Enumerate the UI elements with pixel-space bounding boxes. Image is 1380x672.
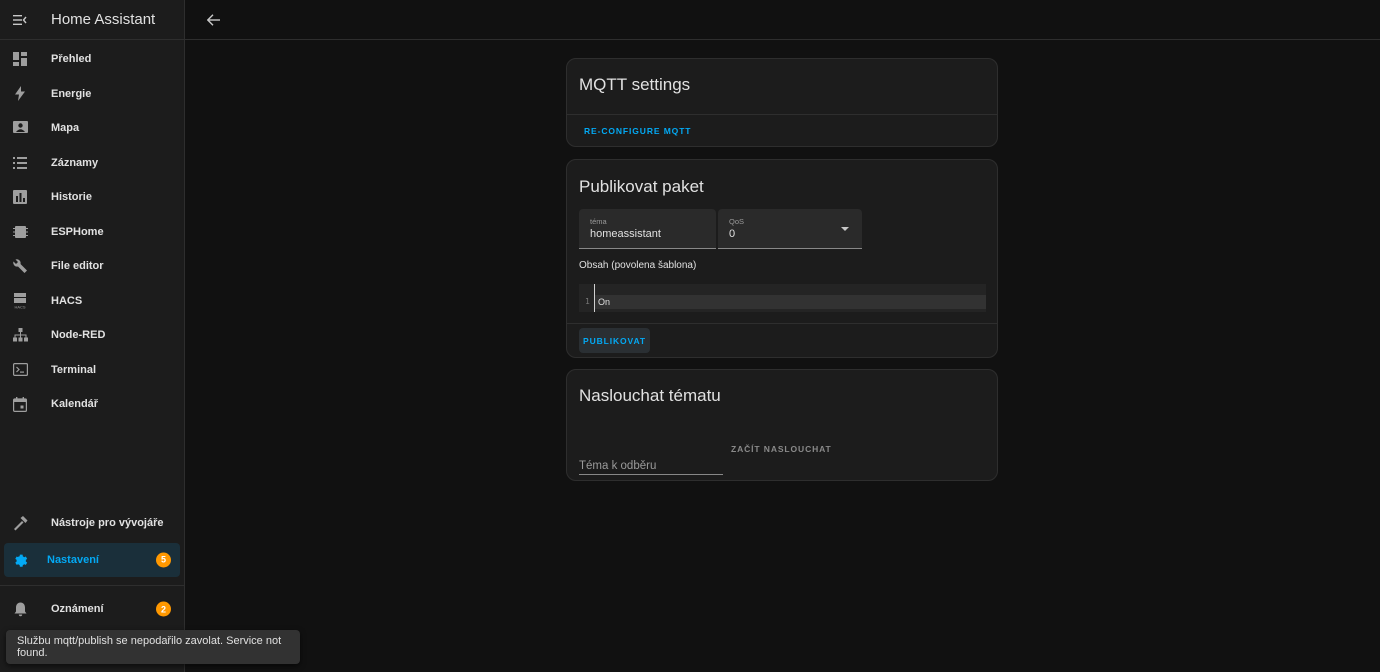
line-number: 1 (585, 297, 590, 306)
svg-text:HACS: HACS (14, 304, 25, 309)
qos-select[interactable]: QoS 0 (718, 209, 862, 249)
sidebar-item-label: Záznamy (51, 156, 99, 169)
sidebar-item-notifications[interactable]: Oznámení 2 (0, 592, 184, 627)
sidebar-item-energie[interactable]: Energie (0, 77, 184, 112)
sidebar-item-label: Nástroje pro vývojáře (51, 517, 164, 530)
sidebar-item-zaznamy[interactable]: Záznamy (0, 146, 184, 181)
sidebar-item-label: ESPHome (51, 225, 104, 238)
topic-field-value: homeassistant (590, 228, 661, 240)
sidebar-item-file-editor[interactable]: File editor (0, 249, 184, 284)
payload-label: Obsah (povolena šablona) (579, 260, 697, 271)
start-listening-button[interactable]: ZAČÍT NASLOUCHAT (731, 444, 832, 454)
sidebar-header: Home Assistant (0, 0, 184, 40)
sidebar-item-label: File editor (51, 260, 104, 273)
topic-field-label: téma (590, 217, 607, 226)
sidebar-item-label: HACS (51, 294, 83, 307)
hammer-icon (0, 515, 40, 531)
sidebar-divider (0, 585, 184, 586)
active-line-highlight (594, 295, 986, 309)
sidebar-item-historie[interactable]: Historie (0, 180, 184, 215)
publish-title: Publikovat paket (579, 177, 704, 196)
sidebar-item-label: Node-RED (51, 329, 106, 342)
back-arrow-icon[interactable] (201, 8, 225, 32)
list-icon (0, 156, 40, 169)
card-divider (567, 323, 997, 324)
mqtt-settings-title: MQTT settings (579, 75, 691, 94)
calendar-icon (0, 396, 40, 412)
map-account-icon (0, 121, 40, 135)
error-toast: Službu mqtt/publish se nepodařilo zavola… (6, 630, 300, 664)
qos-select-value: 0 (729, 228, 736, 240)
publish-button[interactable]: PUBLIKOVAT (579, 328, 650, 353)
payload-text: On (598, 297, 611, 307)
qos-select-label: QoS (729, 217, 745, 226)
bell-icon (0, 602, 40, 617)
publish-card: Publikovat paket téma homeassistant QoS … (566, 159, 998, 358)
lightning-icon (0, 86, 40, 102)
editor-cursor (594, 284, 595, 312)
listen-card: Naslouchat tématu ZAČÍT NASLOUCHAT (566, 369, 998, 481)
sidebar-item-label: Terminal (51, 363, 97, 376)
chip-icon (0, 225, 40, 239)
hacs-icon: HACS (0, 292, 40, 309)
sidebar-item-hacs[interactable]: HACS HACS (0, 284, 184, 319)
sidebar-item-esphome[interactable]: ESPHome (0, 215, 184, 250)
sidebar-item-dev-tools[interactable]: Nástroje pro vývojáře (0, 506, 184, 541)
sitemap-icon (0, 328, 40, 342)
app-title: Home Assistant (51, 11, 156, 28)
sidebar: Home Assistant Přehled Energie Mapa Zázn… (0, 0, 185, 672)
sidebar-item-prehled[interactable]: Přehled (0, 42, 184, 77)
reconfigure-mqtt-button[interactable]: RE-CONFIGURE MQTT (584, 126, 691, 136)
sidebar-item-label: Kalendář (51, 398, 99, 411)
sidebar-nav: Přehled Energie Mapa Záznamy Historie ES… (0, 42, 184, 422)
mqtt-settings-card: MQTT settings RE-CONFIGURE MQTT (566, 58, 998, 147)
sidebar-item-settings[interactable]: Nastavení 5 (4, 542, 180, 577)
toast-message: Službu mqtt/publish se nepodařilo zavola… (17, 635, 282, 659)
payload-editor[interactable]: 1 On (579, 284, 986, 312)
sidebar-item-label: Nastavení (47, 553, 99, 566)
sidebar-item-label: Oznámení (51, 603, 104, 616)
sidebar-item-kalendar[interactable]: Kalendář (0, 387, 184, 422)
subscribe-topic-input[interactable] (579, 457, 723, 475)
listen-title: Naslouchat tématu (579, 386, 721, 405)
sidebar-item-label: Přehled (51, 53, 92, 66)
sidebar-item-terminal[interactable]: Terminal (0, 353, 184, 388)
chevron-down-icon (841, 227, 849, 231)
sidebar-notifications: Oznámení 2 (0, 592, 184, 627)
wrench-icon (0, 259, 40, 274)
menu-toggle-icon[interactable] (0, 0, 40, 40)
top-bar (185, 0, 1380, 40)
sidebar-bottom: Nástroje pro vývojáře Nastavení 5 (0, 506, 184, 577)
sidebar-item-node-red[interactable]: Node-RED (0, 318, 184, 353)
console-icon (0, 363, 40, 377)
subscribe-topic-field[interactable] (579, 456, 723, 475)
notifications-badge: 2 (156, 601, 171, 617)
topic-field[interactable]: téma homeassistant (579, 209, 716, 249)
sidebar-item-label: Energie (51, 87, 92, 100)
sidebar-item-label: Mapa (51, 122, 80, 135)
gear-icon (0, 552, 40, 568)
sidebar-item-mapa[interactable]: Mapa (0, 111, 184, 146)
chart-box-icon (0, 190, 40, 205)
card-divider (567, 114, 997, 115)
sidebar-item-label: Historie (51, 191, 92, 204)
settings-badge: 5 (156, 552, 171, 568)
dashboard-icon (0, 52, 40, 67)
